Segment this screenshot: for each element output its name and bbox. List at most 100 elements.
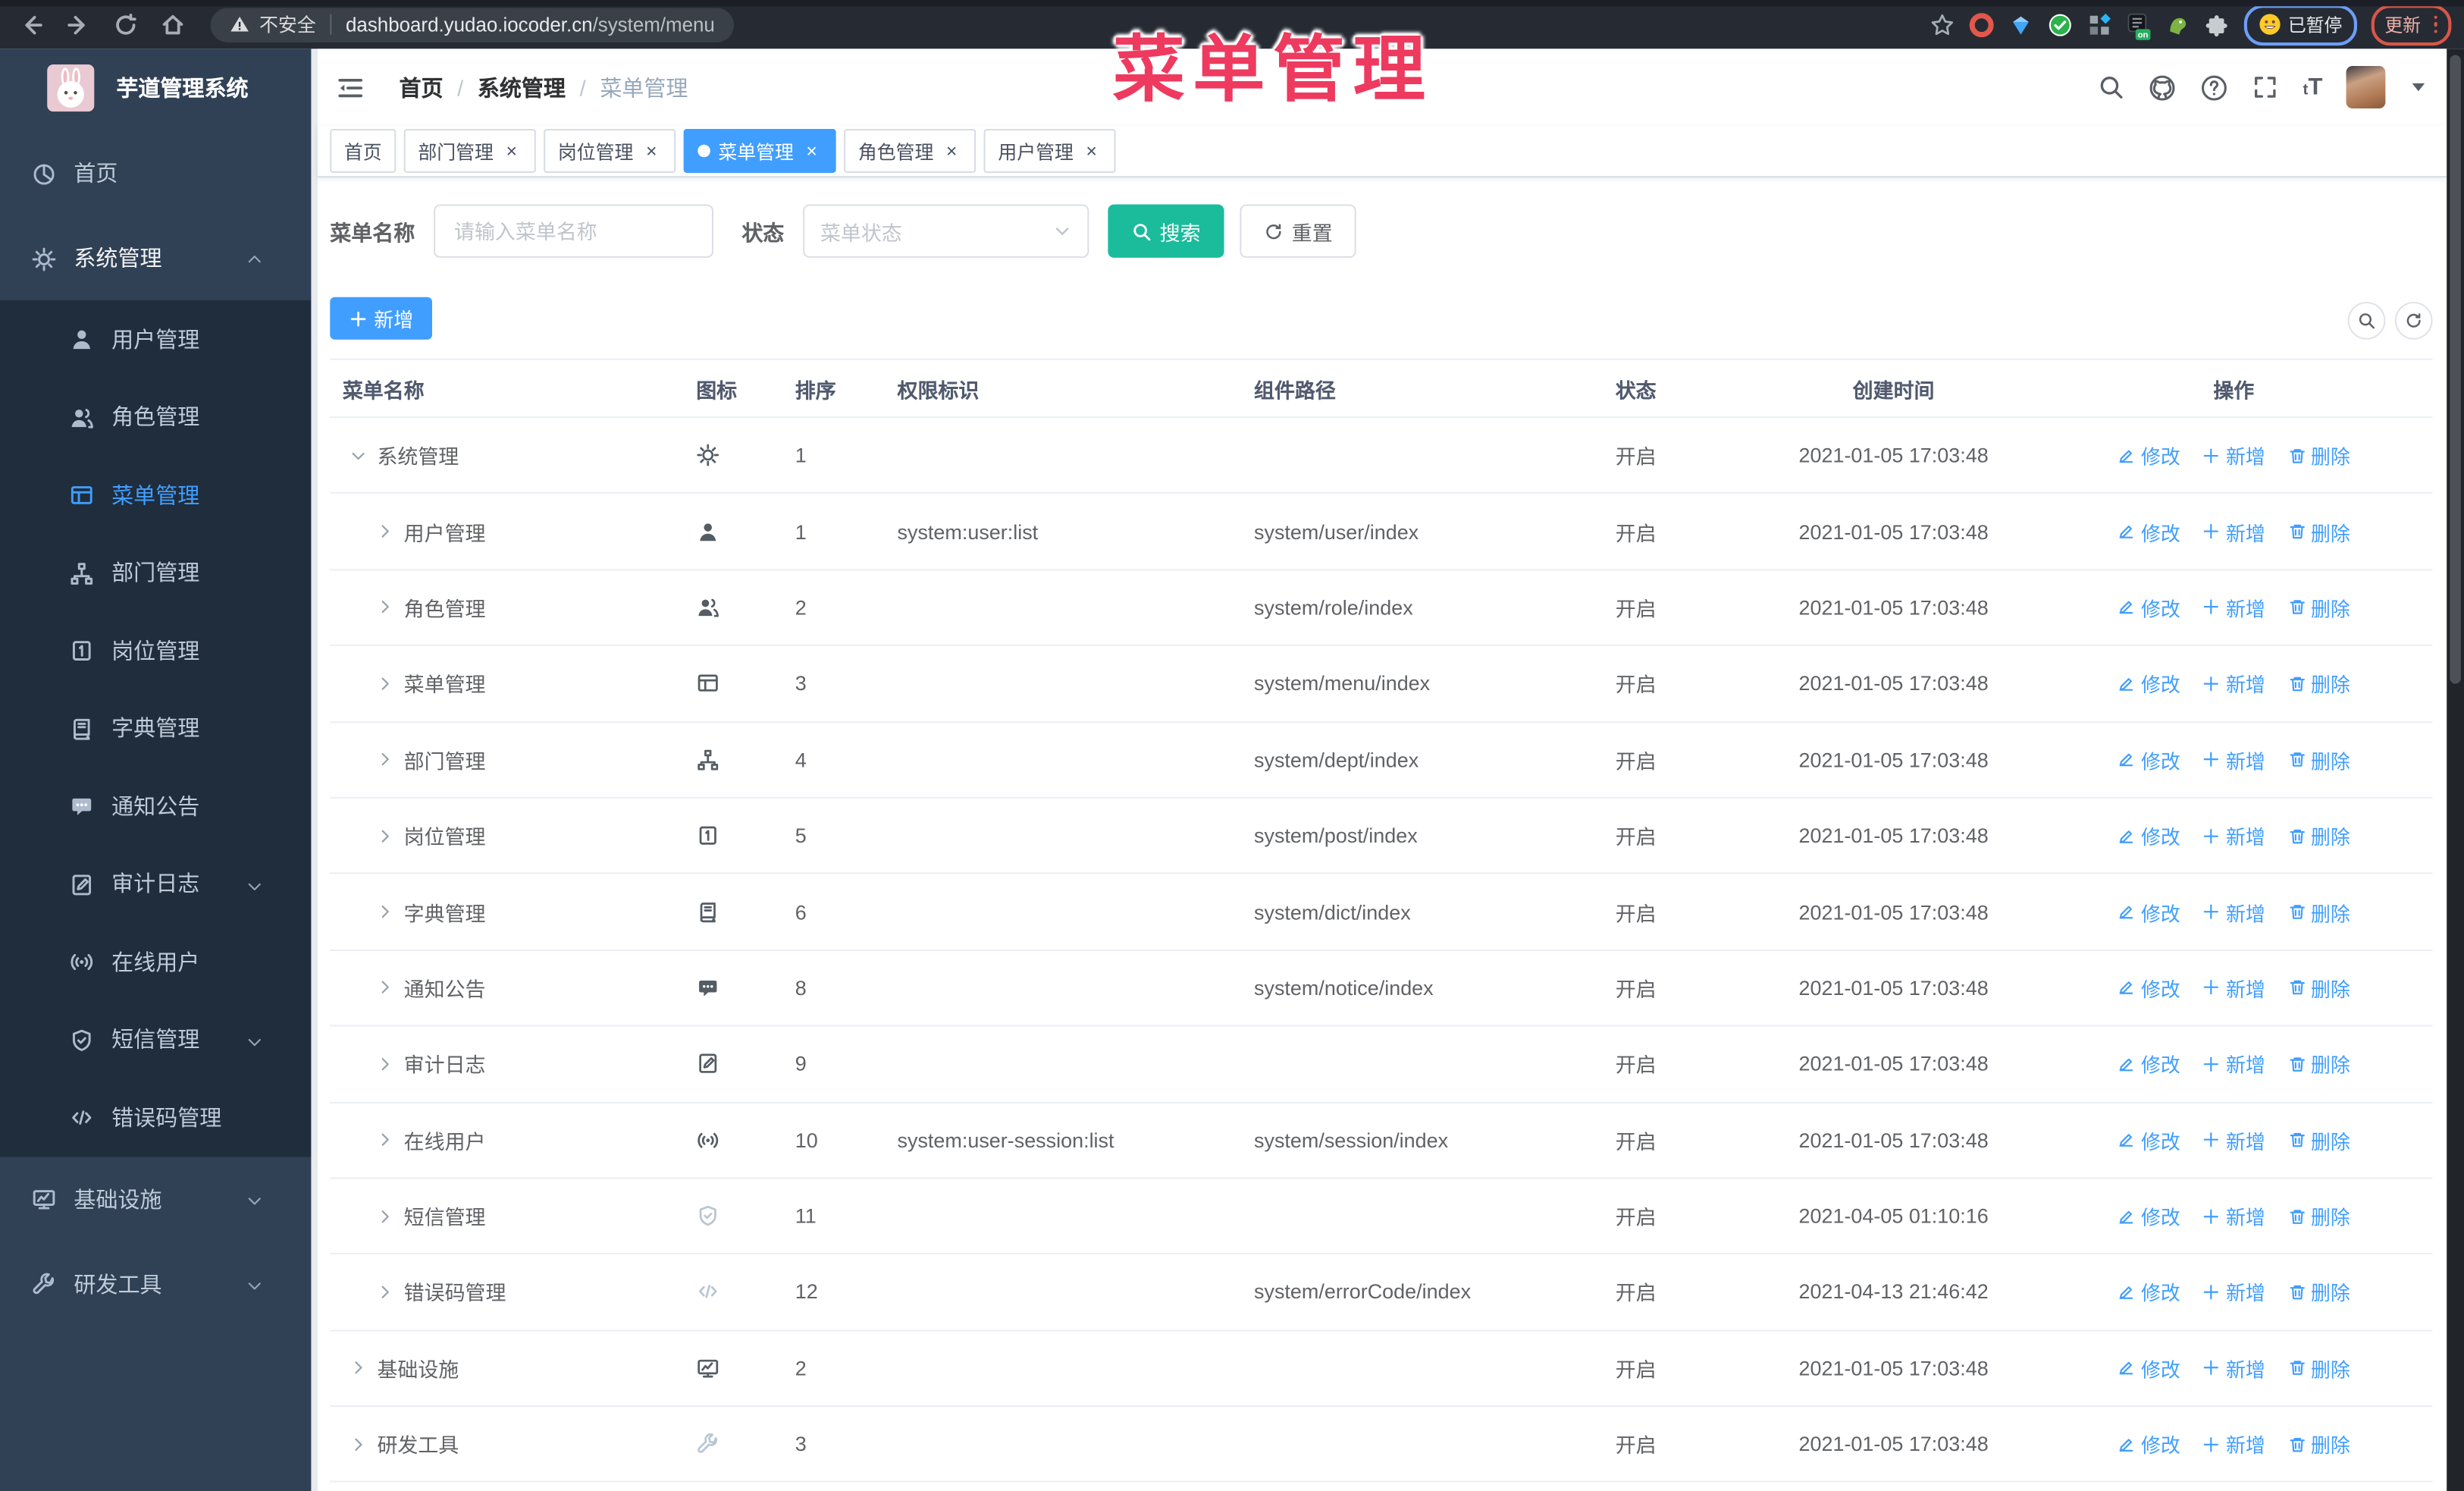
edit-link[interactable]: 修改	[2118, 592, 2180, 622]
add-child-link[interactable]: 新增	[2202, 669, 2265, 698]
sidebar-collapse-icon[interactable]	[337, 73, 365, 101]
sidebar-item-audit-log[interactable]: 审计日志	[0, 845, 312, 923]
edit-link[interactable]: 修改	[2118, 1430, 2180, 1459]
scrollbar-thumb[interactable]	[2450, 55, 2461, 684]
add-button[interactable]: 新增	[330, 297, 433, 340]
edit-link[interactable]: 修改	[2118, 821, 2180, 850]
add-child-link[interactable]: 新增	[2202, 821, 2265, 850]
sidebar-item-online-user[interactable]: 在线用户	[0, 922, 312, 1001]
sidebar-item-infra[interactable]: 基础设施	[0, 1156, 311, 1241]
breadcrumb-home[interactable]: 首页	[399, 71, 443, 102]
browser-forward-icon[interactable]	[66, 12, 91, 37]
delete-link[interactable]: 删除	[2287, 897, 2350, 927]
delete-link[interactable]: 删除	[2287, 1201, 2350, 1231]
sidebar-item-system[interactable]: 系统管理	[0, 215, 311, 300]
row-expand-caret-icon[interactable]	[375, 750, 394, 769]
browser-reload-icon[interactable]	[113, 12, 138, 37]
sidebar-item-post[interactable]: 岗位管理	[0, 611, 312, 689]
row-expand-caret-icon[interactable]	[375, 826, 394, 845]
close-icon[interactable]: ×	[501, 140, 522, 162]
edit-link[interactable]: 修改	[2118, 441, 2180, 470]
tag-item[interactable]: 部门管理 ×	[403, 128, 536, 173]
sidebar-item-dev-tool[interactable]: 研发工具	[0, 1241, 311, 1326]
add-child-link[interactable]: 新增	[2202, 1049, 2265, 1078]
row-expand-caret-icon[interactable]	[375, 674, 394, 693]
add-child-link[interactable]: 新增	[2202, 973, 2265, 1003]
delete-link[interactable]: 删除	[2287, 821, 2350, 850]
extension-green-check-icon[interactable]	[2048, 12, 2073, 37]
delete-link[interactable]: 删除	[2287, 1430, 2350, 1459]
extension-lizard-icon[interactable]	[2165, 12, 2190, 37]
security-label[interactable]: 不安全	[259, 11, 316, 38]
close-icon[interactable]: ×	[942, 140, 962, 162]
add-child-link[interactable]: 新增	[2202, 1201, 2265, 1231]
tag-item[interactable]: 角色管理 ×	[844, 128, 977, 173]
sidebar-scrollbar[interactable]	[311, 49, 318, 1491]
delete-link[interactable]: 删除	[2287, 669, 2350, 698]
fullscreen-icon[interactable]	[2252, 74, 2279, 100]
sidebar-item-role[interactable]: 角色管理	[0, 378, 312, 457]
tag-item[interactable]: 用户管理 ×	[983, 128, 1116, 173]
add-child-link[interactable]: 新增	[2202, 1125, 2265, 1154]
github-icon[interactable]	[2149, 73, 2177, 101]
delete-link[interactable]: 删除	[2287, 592, 2350, 622]
delete-link[interactable]: 删除	[2287, 745, 2350, 774]
delete-link[interactable]: 删除	[2287, 1125, 2350, 1154]
sidebar-item-dept[interactable]: 部门管理	[0, 533, 312, 612]
row-expand-caret-icon[interactable]	[375, 1282, 394, 1301]
row-expand-caret-icon[interactable]	[375, 522, 394, 541]
app-logo-row[interactable]: 芋道管理系统	[0, 49, 318, 126]
browser-back-icon[interactable]	[19, 12, 44, 37]
delete-link[interactable]: 删除	[2287, 1049, 2350, 1078]
row-expand-caret-icon[interactable]	[375, 1054, 394, 1073]
sidebar-item-home[interactable]: 首页	[0, 130, 311, 215]
row-expand-caret-icon[interactable]	[375, 598, 394, 617]
row-expand-caret-icon[interactable]	[375, 902, 394, 921]
browser-home-icon[interactable]	[160, 12, 185, 37]
close-icon[interactable]: ×	[641, 140, 662, 162]
add-child-link[interactable]: 新增	[2202, 1430, 2265, 1459]
refresh-table-button[interactable]	[2394, 301, 2433, 340]
row-expand-caret-icon[interactable]	[349, 1359, 368, 1378]
add-child-link[interactable]: 新增	[2202, 1353, 2265, 1383]
add-child-link[interactable]: 新增	[2202, 441, 2265, 470]
address-bar[interactable]: 不安全 dashboard.yudao.iocoder.cn/system/me…	[210, 7, 734, 42]
extensions-puzzle-icon[interactable]	[2205, 12, 2230, 37]
delete-link[interactable]: 删除	[2287, 1353, 2350, 1383]
edit-link[interactable]: 修改	[2118, 1277, 2180, 1307]
row-expand-caret-icon[interactable]	[349, 1435, 368, 1454]
sidebar-item-notice[interactable]: 通知公告	[0, 767, 312, 846]
edit-link[interactable]: 修改	[2118, 1125, 2180, 1154]
browser-profile-chip[interactable]: 已暂停	[2243, 4, 2357, 46]
delete-link[interactable]: 删除	[2287, 973, 2350, 1003]
extension-gem-icon[interactable]	[2008, 12, 2033, 37]
sidebar-item-error-code[interactable]: 错误码管理	[0, 1078, 312, 1157]
edit-link[interactable]: 修改	[2118, 897, 2180, 927]
extension-on-badge-icon[interactable]: on	[2126, 12, 2151, 39]
edit-link[interactable]: 修改	[2118, 745, 2180, 774]
breadcrumb-system[interactable]: 系统管理	[478, 71, 566, 102]
add-child-link[interactable]: 新增	[2202, 897, 2265, 927]
sidebar-item-sms[interactable]: 短信管理	[0, 1000, 312, 1078]
row-expand-caret-icon[interactable]	[349, 446, 368, 465]
row-expand-caret-icon[interactable]	[375, 1207, 394, 1226]
add-child-link[interactable]: 新增	[2202, 592, 2265, 622]
sidebar-item-user[interactable]: 用户管理	[0, 300, 312, 378]
edit-link[interactable]: 修改	[2118, 1353, 2180, 1383]
toggle-search-button[interactable]	[2347, 301, 2386, 340]
extension-orange-icon[interactable]	[1969, 12, 1994, 37]
menu-name-input[interactable]	[434, 204, 714, 258]
delete-link[interactable]: 删除	[2287, 1277, 2350, 1307]
delete-link[interactable]: 删除	[2287, 516, 2350, 546]
reset-button[interactable]: 重置	[1240, 204, 1356, 258]
sidebar-item-dict[interactable]: 字典管理	[0, 689, 312, 767]
bookmark-star-icon[interactable]	[1930, 12, 1955, 37]
delete-link[interactable]: 删除	[2287, 441, 2350, 470]
help-icon[interactable]	[2201, 73, 2229, 101]
edit-link[interactable]: 修改	[2118, 516, 2180, 546]
edit-link[interactable]: 修改	[2118, 973, 2180, 1003]
tag-active-item[interactable]: 菜单管理 ×	[683, 128, 836, 173]
sidebar-item-menu[interactable]: 菜单管理	[0, 456, 312, 534]
edit-link[interactable]: 修改	[2118, 669, 2180, 698]
row-expand-caret-icon[interactable]	[375, 978, 394, 997]
